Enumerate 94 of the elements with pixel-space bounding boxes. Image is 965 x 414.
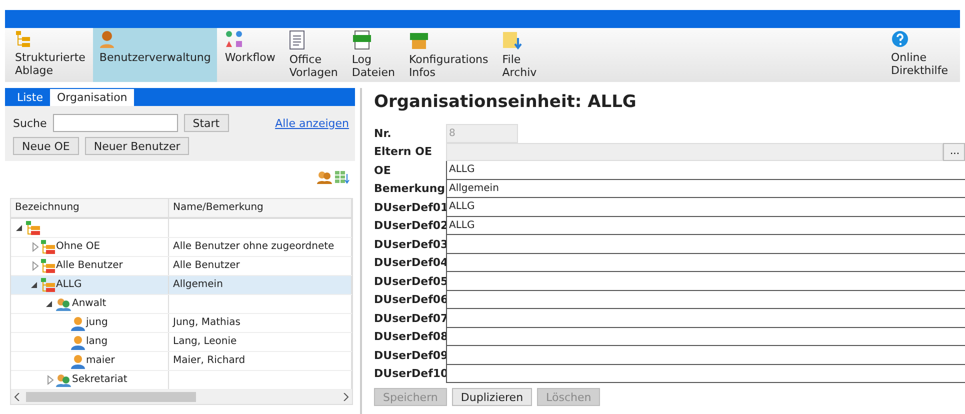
input-field[interactable]: ALLG <box>446 216 965 235</box>
field-label: DUserDef10 <box>374 366 446 382</box>
hierarchy-icon <box>41 278 55 292</box>
show-all-link[interactable]: Alle anzeigen <box>275 116 349 130</box>
info-box-icon <box>408 30 429 50</box>
expanded-triangle-icon[interactable] <box>45 299 55 309</box>
field-label: DUserDef02 <box>374 218 446 234</box>
node-note: Alle Benutzer ohne zugeordnete <box>173 240 334 254</box>
action-button[interactable]: Neuer Benutzer <box>84 137 190 155</box>
node-note: Alle Benutzer <box>173 259 240 273</box>
tree-row[interactable]: lang Lang, Leonie <box>11 333 352 352</box>
tree-row[interactable]: jung Jung, Mathias <box>11 314 352 333</box>
toolbar-button[interactable]: Office Vorlagen <box>283 28 344 82</box>
people-icon <box>56 374 71 386</box>
input-field[interactable] <box>446 364 965 383</box>
input-field[interactable] <box>446 254 965 272</box>
field-label: DUserDef05 <box>374 274 446 290</box>
tree-row[interactable]: maier Maier, Richard <box>11 352 352 371</box>
node-name: Sekretariat <box>72 373 128 387</box>
tree-row[interactable]: Ohne OE Alle Benutzer ohne zugeordnete <box>11 238 352 257</box>
collapsed-triangle-icon[interactable] <box>30 242 40 252</box>
log-file-icon <box>352 30 372 50</box>
node-note: Maier, Richard <box>173 354 246 368</box>
node-note: Allgemein <box>173 278 223 292</box>
tab[interactable]: Organisation <box>50 89 134 106</box>
page-title: Organisationseinheit: ALLG <box>374 92 638 112</box>
toolbar-button[interactable]: Log Dateien <box>346 28 401 82</box>
person-icon <box>71 334 85 350</box>
toolbar-button[interactable]: Benutzerverwaltung <box>93 28 217 82</box>
input-field[interactable]: Allgemein <box>446 180 965 198</box>
table-download-icon[interactable] <box>335 171 350 184</box>
person-icon <box>71 354 85 368</box>
node-note: Lang, Leonie <box>173 335 237 349</box>
column-header: Name/Bemerkung <box>169 199 352 217</box>
expanded-triangle-icon[interactable] <box>15 223 25 233</box>
field-label: DUserDef03 <box>374 236 446 253</box>
input-field[interactable]: ALLG <box>446 161 965 180</box>
input-field[interactable] <box>446 272 965 290</box>
node-name: maier <box>86 354 115 368</box>
toolbar-button[interactable]: Konfigurations Infos <box>402 28 494 82</box>
expanded-triangle-icon[interactable] <box>30 280 40 290</box>
field-label: DUserDef07 <box>374 310 446 327</box>
input-field[interactable] <box>446 346 965 364</box>
field-label: DUserDef09 <box>374 348 446 364</box>
node-name: Anwalt <box>72 297 106 311</box>
toolbar-button[interactable]: Strukturierte Ablage <box>9 28 92 82</box>
field-label: Bemerkung <box>374 181 446 198</box>
hierarchy-icon <box>41 258 55 274</box>
hierarchy-icon <box>26 220 40 236</box>
search-field[interactable] <box>52 114 178 132</box>
field-label: Nr. <box>374 126 392 142</box>
folder-download-icon <box>502 30 522 50</box>
input-field[interactable] <box>446 290 965 309</box>
node-name: lang <box>86 335 108 349</box>
collapsed-triangle-icon[interactable] <box>45 375 55 385</box>
start-button[interactable]: Start <box>184 114 229 132</box>
toolbar-button[interactable]: Workflow <box>218 28 282 82</box>
input-field[interactable]: ALLG <box>446 198 965 216</box>
person-icon <box>99 30 116 48</box>
tree-row[interactable]: Anwalt <box>11 295 352 314</box>
document-icon <box>289 30 306 50</box>
field-label: DUserDef01 <box>374 200 446 216</box>
collapsed-triangle-icon[interactable] <box>30 261 40 271</box>
toolbar-button[interactable]: Online Direkthilfe <box>885 28 954 82</box>
field-label: OE <box>374 162 392 179</box>
node-name: Ohne OE <box>56 240 100 254</box>
action-button[interactable]: Neue OE <box>13 137 79 155</box>
input-field[interactable] <box>446 328 965 346</box>
column-header: Bezeichnung <box>11 199 169 217</box>
form-button[interactable]: Duplizieren <box>452 388 532 406</box>
search-label: Suche <box>13 116 47 130</box>
toolbar-button[interactable]: File Archiv <box>496 28 543 82</box>
person-icon <box>71 316 85 330</box>
tree-row[interactable]: Alle Benutzer Alle Benutzer <box>11 257 352 276</box>
input-field[interactable] <box>446 235 965 254</box>
field-label: DUserDef08 <box>374 329 446 346</box>
tab[interactable]: Liste <box>10 89 50 106</box>
node-name: Alle Benutzer <box>56 259 123 273</box>
input-field[interactable] <box>446 309 965 328</box>
field-label: DUserDef06 <box>374 292 446 308</box>
tree-row[interactable]: Sekretariat <box>11 371 352 390</box>
hierarchy-icon <box>15 30 31 48</box>
horizontal-scrollbar[interactable] <box>11 390 352 404</box>
tree-row[interactable]: ALLG Allgemein <box>11 276 352 295</box>
hierarchy-icon <box>41 240 55 254</box>
help-icon <box>891 30 910 48</box>
people-icon[interactable] <box>317 171 332 184</box>
people-icon <box>56 298 71 310</box>
node-name: jung <box>86 316 108 330</box>
workflow-icon <box>224 30 243 48</box>
node-name: ALLG <box>56 278 82 292</box>
node-note: Jung, Mathias <box>173 316 240 330</box>
field-label: DUserDef04 <box>374 255 446 272</box>
field-label: Eltern OE <box>374 144 433 160</box>
